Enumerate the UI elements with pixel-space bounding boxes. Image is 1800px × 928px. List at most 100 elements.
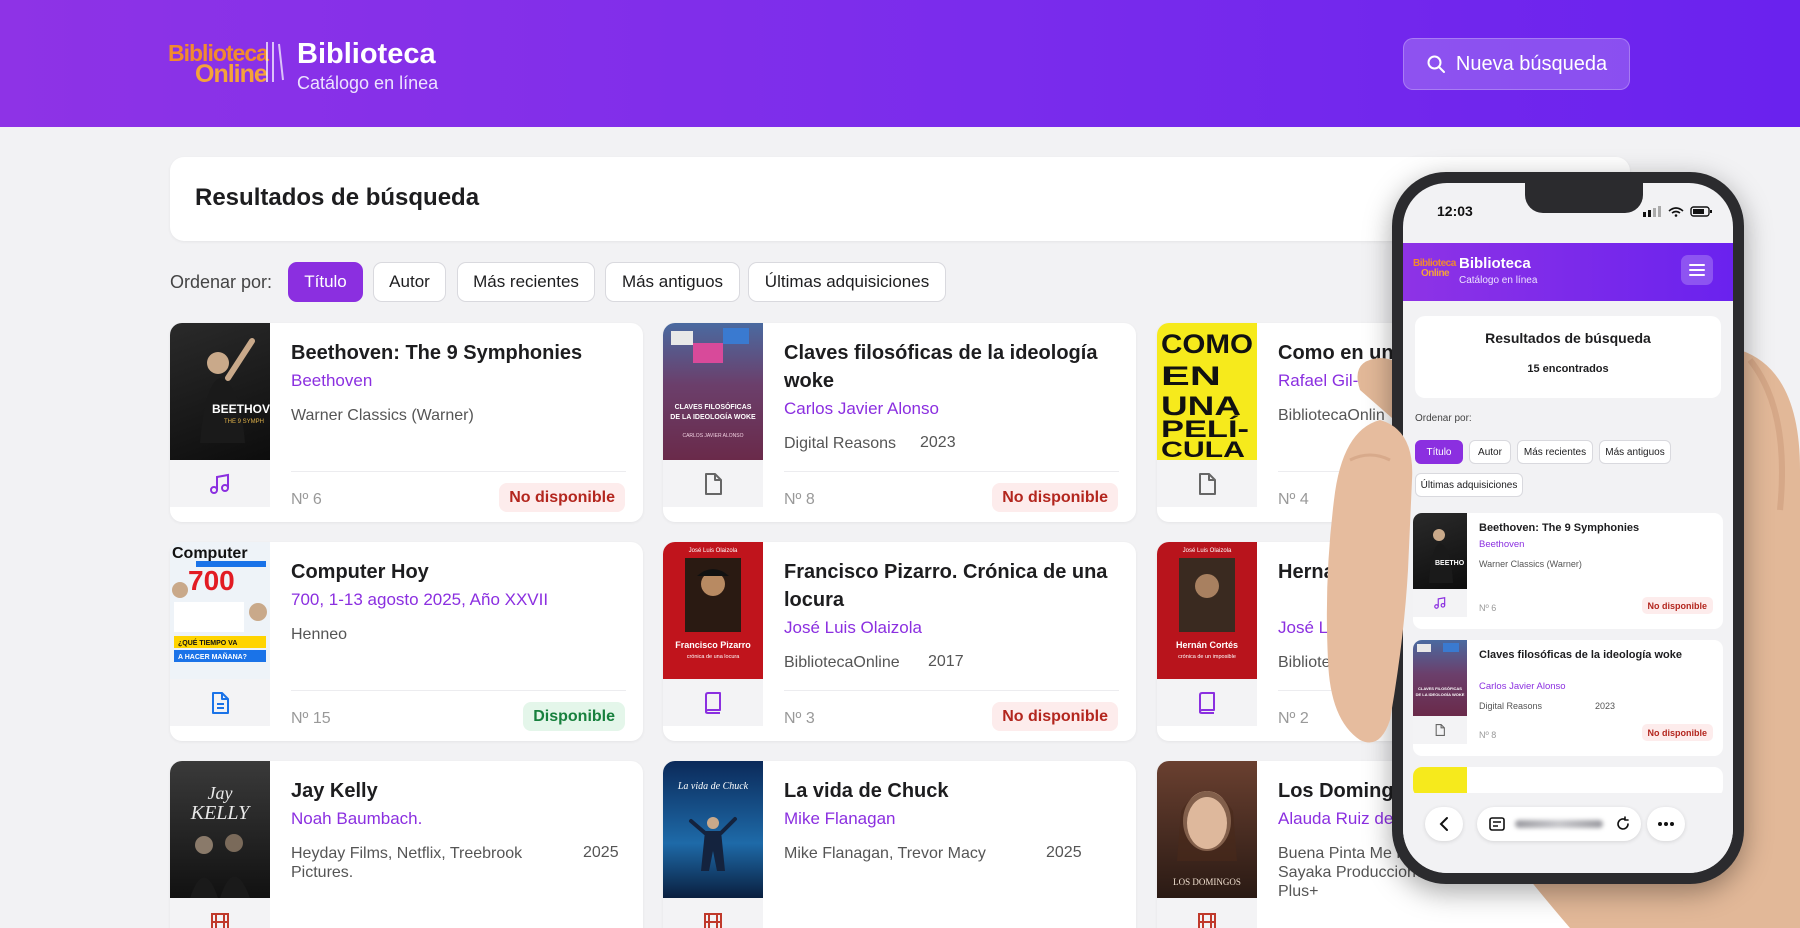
cover-image: LOS DOMINGOS (1157, 761, 1257, 898)
music-icon (1434, 597, 1446, 609)
divider (784, 471, 1119, 472)
status-badge: No disponible (992, 483, 1118, 512)
item-title[interactable]: Jay Kelly (291, 777, 626, 805)
cover-image: Jay KELLY (170, 761, 270, 898)
item-title[interactable]: La vida de Chuck (784, 777, 1119, 805)
status-badge: No disponible (499, 483, 625, 512)
item-author[interactable]: Beethoven (291, 371, 372, 391)
result-card[interactable]: Jay KELLY Jay Kelly Noah Baumbach. Heyda… (170, 761, 643, 928)
phone-notch (1525, 183, 1643, 213)
item-author[interactable]: Mike Flanagan (784, 809, 896, 829)
mobile-result-card[interactable]: CLAVES FILOSÓFICAS DE LA IDEOLOGÍA WOKE C… (1413, 640, 1723, 756)
item-title[interactable]: Computer Hoy (291, 558, 626, 586)
cover-image: CLAVES FILOSÓFICAS DE LA IDEOLOGÍA WOKE … (663, 323, 763, 460)
item-number: Nº 6 (291, 491, 322, 508)
item-author[interactable]: 700, 1-13 agosto 2025, Año XXVII (291, 590, 548, 610)
item-publisher: BibliotecaOnline (784, 654, 900, 671)
mobile-item-title[interactable]: Claves filosóficas de la ideología woke (1479, 648, 1711, 663)
film-icon (211, 912, 229, 928)
mobile-sort-chip-autor[interactable]: Autor (1469, 440, 1511, 464)
item-title[interactable]: Claves filosóficas de la ideología woke (784, 339, 1119, 395)
svg-text:La vida de Chuck: La vida de Chuck (677, 781, 749, 792)
mobile-brand-subtitle: Catálogo en línea (1459, 275, 1538, 286)
mobile-item-year: 2023 (1595, 701, 1616, 711)
mobile-results-panel: Resultados de búsqueda 15 encontrados (1415, 316, 1721, 398)
item-number: Nº 3 (784, 710, 815, 727)
item-title[interactable]: Francisco Pizarro. Crónica de una locura (784, 558, 1119, 614)
svg-text:Hernán Cortés: Hernán Cortés (1176, 640, 1238, 650)
svg-text:CULA: CULA (1161, 437, 1245, 460)
mobile-sort-chip-mas-antiguos[interactable]: Más antiguos (1599, 440, 1671, 464)
type-area (663, 679, 763, 726)
sort-label: Ordenar por: (170, 272, 273, 292)
type-area (663, 898, 763, 928)
document-icon (1435, 724, 1445, 736)
film-poster: Jay KELLY (190, 783, 251, 898)
mobile-item-number: Nº 8 (1479, 730, 1497, 740)
type-area (1157, 898, 1257, 928)
sort-chip-ultimas-adquisiciones[interactable]: Últimas adquisiciones (748, 262, 946, 302)
svg-text:José Luis Olaizola: José Luis Olaizola (689, 548, 738, 554)
svg-text:crónica de una locura: crónica de una locura (687, 654, 741, 660)
result-card[interactable]: José Luis Olaizola Francisco Pizarro cró… (663, 542, 1136, 741)
type-area (1157, 679, 1257, 726)
mobile-logo[interactable]: Biblioteca Online (1413, 259, 1456, 279)
mobile-sort-chip-ultimas-adquisiciones[interactable]: Últimas adquisiciones (1415, 473, 1523, 497)
film-poster: La vida de Chuck (677, 781, 749, 871)
cover-image: COMO EN UNA PELÍ- CULA (1157, 323, 1257, 460)
result-card[interactable]: Computer 700 ¿QUÉ TIEMPO VA A HACER MAÑA… (170, 542, 643, 741)
cover-image: La vida de Chuck (663, 761, 763, 898)
mobile-result-card[interactable]: BEETHO Beethoven: The 9 Symphonies Beeth… (1413, 513, 1723, 629)
svg-text:COMO: COMO (1161, 329, 1253, 359)
mobile-item-author[interactable]: Carlos Javier Alonso (1479, 681, 1566, 692)
browser-address-bar[interactable] (1477, 807, 1641, 841)
svg-text:700: 700 (188, 565, 235, 596)
svg-text:THE 9 SYMPH: THE 9 SYMPH (224, 419, 264, 425)
mobile-results-title: Resultados de búsqueda (1485, 330, 1651, 346)
portrait-illustration: José Luis Olaizola Francisco Pizarro cró… (675, 548, 751, 660)
item-publisher: Henneo (291, 626, 348, 643)
item-title[interactable]: Beethoven: The 9 Symphonies (291, 339, 626, 367)
sort-chip-mas-antiguos[interactable]: Más antiguos (605, 262, 740, 302)
svg-text:Jay: Jay (208, 783, 233, 803)
mobile-item-publisher: Digital Reasons (1479, 701, 1543, 711)
hamburger-menu-button[interactable] (1681, 255, 1713, 285)
item-author[interactable]: Noah Baumbach. (291, 809, 422, 829)
result-card[interactable]: CLAVES FILOSÓFICAS DE LA IDEOLOGÍA WOKE … (663, 323, 1136, 522)
browser-more-button[interactable] (1647, 807, 1685, 841)
svg-text:KELLY: KELLY (190, 802, 251, 824)
svg-text:EN: EN (1161, 361, 1221, 391)
item-author[interactable]: Carlos Javier Alonso (784, 399, 939, 419)
item-publisher: Heyday Films, Netflix, Treebrook Picture… (291, 845, 523, 881)
sort-chip-titulo[interactable]: Título (288, 262, 363, 302)
new-search-button[interactable]: Nueva búsqueda (1403, 38, 1630, 90)
brand-subtitle: Catálogo en línea (297, 73, 439, 93)
item-number: Nº 15 (291, 710, 331, 727)
type-area (170, 898, 270, 928)
result-card[interactable]: La vida de Chuck La vida de Chuck Mike F… (663, 761, 1136, 928)
svg-text:BEETHO: BEETHO (1435, 560, 1465, 567)
results-count: 15 encontrados (1527, 363, 1609, 375)
sort-chip-mas-recientes[interactable]: Más recientes (457, 262, 595, 302)
svg-text:LOS DOMINGOS: LOS DOMINGOS (1173, 877, 1241, 887)
mobile-status-badge: No disponible (1641, 724, 1713, 741)
item-publisher: Digital Reasons (784, 435, 897, 452)
sort-chip-autor[interactable]: Autor (373, 262, 446, 302)
app-header: Biblioteca Online Biblioteca Catálogo en… (0, 0, 1800, 127)
item-publisher: Mike Flanagan, Trevor Macy (784, 845, 986, 862)
divider (291, 690, 626, 691)
mobile-screen: 12:03 Biblioteca Online Biblioteca Catálo… (1403, 183, 1733, 873)
biblioteca-online-logo[interactable]: Biblioteca Online (168, 40, 284, 88)
brand-title: Biblioteca (297, 38, 436, 70)
mobile-item-number: Nº 6 (1479, 603, 1497, 613)
mobile-item-author[interactable]: Beethoven (1479, 539, 1524, 550)
browser-back-button[interactable] (1425, 807, 1463, 841)
status-time: 12:03 (1437, 203, 1473, 219)
divider (291, 471, 626, 472)
svg-text:Francisco Pizarro: Francisco Pizarro (675, 640, 751, 650)
mobile-sort-chip-mas-recientes[interactable]: Más recientes (1517, 440, 1593, 464)
item-author[interactable]: José Luis Olaizola (784, 618, 922, 638)
mobile-item-title[interactable]: Beethoven: The 9 Symphonies (1479, 521, 1711, 536)
result-card[interactable]: BEETHOVEN THE 9 SYMPH Beethoven: The 9 S… (170, 323, 643, 522)
logo-bars-icon (266, 42, 284, 82)
